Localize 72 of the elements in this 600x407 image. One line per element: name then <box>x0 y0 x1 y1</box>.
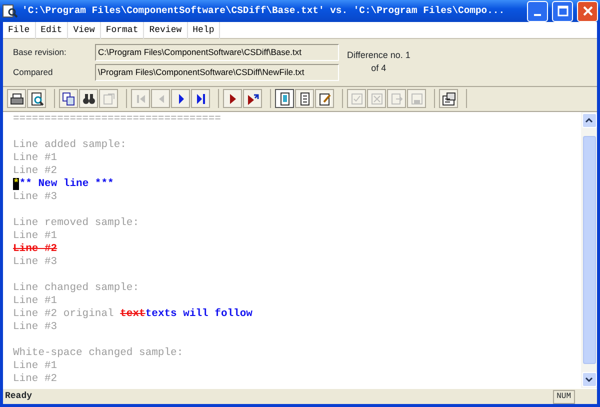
menu-item[interactable]: Format <box>100 22 144 38</box>
edit-icon <box>318 92 332 106</box>
toolbar-button[interactable] <box>27 89 46 108</box>
added-text: texts will follow <box>145 308 252 320</box>
list-view-icon <box>298 92 312 106</box>
text-line: Line #3 <box>13 256 58 268</box>
text-line: White-space changed sample: <box>13 346 184 358</box>
text-line: Line #3 <box>13 190 58 202</box>
minimize-icon <box>534 14 541 16</box>
cross-icon <box>370 92 384 106</box>
text-line: Line added sample: <box>13 138 126 150</box>
toolbar-button[interactable] <box>243 89 262 108</box>
text-line: Line #1 <box>13 360 58 372</box>
menu-item[interactable]: View <box>68 22 101 38</box>
toolbar-button[interactable] <box>191 89 210 108</box>
minimize-button[interactable] <box>527 0 548 22</box>
maximize-button[interactable] <box>552 0 573 22</box>
toolbar-button[interactable] <box>171 89 190 108</box>
text-line: Line #2 <box>13 164 58 176</box>
maximize-icon <box>556 4 570 18</box>
check-icon <box>350 92 364 106</box>
caret-up-icon <box>585 117 593 123</box>
text-line: ================================= <box>13 112 221 124</box>
text-line: Line #2 <box>13 372 58 384</box>
removed-text: text <box>120 308 146 320</box>
toolbar-button[interactable] <box>223 89 242 108</box>
toolbar-button[interactable] <box>295 89 314 108</box>
toolbar-button[interactable] <box>275 89 294 108</box>
text-line: Line removed sample: <box>13 216 140 228</box>
num-lock-indicator: NUM <box>552 390 575 404</box>
toolbar-button[interactable] <box>59 89 78 108</box>
play-arrow-icon <box>246 92 260 106</box>
copy-icon <box>62 92 76 106</box>
app-icon <box>2 3 18 19</box>
print-preview-icon <box>30 92 44 106</box>
binoculars-icon <box>82 92 96 106</box>
added-text: ** New line *** <box>19 178 114 190</box>
difference-label: Difference no. 1 <box>347 48 410 62</box>
text-line: Line changed sample: <box>13 282 140 294</box>
difference-count: of 4 <box>370 62 388 76</box>
text-line: Line #1 <box>13 294 58 306</box>
window-title: 'C:\Program Files\ComponentSoftware\CSDiff\Base.txt' vs. 'C:\Program Files\Compo... <box>22 4 506 18</box>
toolbar-button[interactable] <box>79 89 98 108</box>
text-line: Line #1 <box>13 230 58 242</box>
menu-item[interactable]: Review <box>144 22 188 38</box>
close-icon <box>580 4 594 18</box>
printer-icon <box>10 92 24 106</box>
status-message: Ready <box>5 390 32 403</box>
properties-icon <box>442 92 456 106</box>
text-line: Line #1 <box>13 152 58 164</box>
text-line: Line #3 <box>13 320 58 332</box>
base-path-field[interactable]: C:\Program Files\ComponentSoftware\CSDiff\Base.txt <box>95 44 339 61</box>
scroll-thumb[interactable] <box>582 136 596 364</box>
removed-text: Line #2 <box>13 242 58 254</box>
field-label: Compared <box>13 66 54 78</box>
page-view-icon <box>278 92 292 106</box>
vertical-scrollbar[interactable] <box>581 112 597 388</box>
scroll-up-button[interactable] <box>582 112 596 128</box>
compared-path-field[interactable]: \Program Files\ComponentSoftware\CSDiff\NewFile.txt <box>95 64 339 80</box>
menu-item[interactable]: Edit <box>36 22 68 38</box>
menu-item[interactable]: Help <box>188 22 220 38</box>
text-line: Line #2 original <box>13 308 115 320</box>
toolbar-button[interactable] <box>439 89 458 108</box>
field-label: Base revision: <box>13 46 68 59</box>
menu-item[interactable]: File <box>3 22 36 38</box>
caret-down-icon <box>585 376 593 382</box>
toolbar-button[interactable] <box>7 89 26 108</box>
text-cursor: * <box>13 178 20 190</box>
toolbar-button[interactable] <box>315 89 334 108</box>
export-icon <box>390 92 404 106</box>
scroll-down-button[interactable] <box>582 372 596 387</box>
close-button[interactable] <box>577 0 598 22</box>
